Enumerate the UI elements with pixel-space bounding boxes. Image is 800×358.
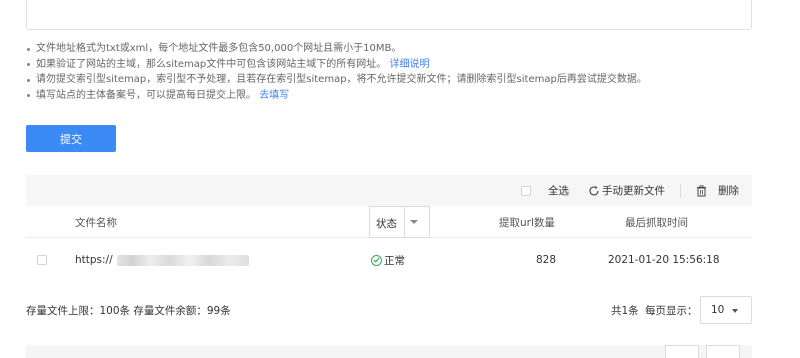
row-status: 正常 — [371, 239, 405, 281]
per-page-value: 10 — [711, 304, 725, 316]
fill-in-link[interactable]: 去填写 — [259, 90, 289, 101]
trash-icon — [697, 184, 706, 196]
note-item: 填写站点的主体备案号，可以提高每日提交上限。 去填写 — [26, 88, 766, 104]
note-item: 文件地址格式为txt或xml，每个地址文件最多包含50,000个网址且需小于10… — [26, 41, 766, 57]
pagination-bar — [26, 345, 752, 358]
per-page-label: 每页显示： — [645, 304, 698, 317]
row-url-count: 828 — [536, 254, 557, 266]
status-filter-dropdown[interactable]: 状态 — [369, 206, 430, 238]
toolbar-divider — [680, 184, 681, 198]
total-count: 共1条 — [611, 304, 639, 317]
submit-button[interactable]: 提交 — [26, 125, 116, 152]
checkbox-icon — [37, 255, 47, 265]
note-item: 如果验证了网站的主域，那么sitemap文件中可包含该网站主域下的所有网址。 详… — [26, 57, 766, 73]
select-all-label[interactable]: 全选 — [548, 175, 569, 206]
table-row: https:// 正常 828 2021-01-20 15:56:18 — [26, 239, 752, 281]
col-status: 状态 — [376, 218, 397, 230]
caret-down-icon — [732, 309, 738, 313]
quota-info: 存量文件上限：100条 存量文件余额：99条 — [26, 305, 231, 317]
row-last-fetch: 2021-01-20 15:56:18 — [608, 254, 720, 266]
select-all-checkbox[interactable] — [521, 175, 531, 206]
col-last-fetch: 最后抓取时间 — [625, 216, 688, 229]
delete-button[interactable]: 删除 — [696, 175, 739, 206]
table-header: 文件名称 状态 提取url数量 最后抓取时间 — [26, 206, 752, 238]
checkbox-icon — [521, 185, 531, 196]
col-file-name: 文件名称 — [75, 216, 117, 229]
sitemap-url-textarea[interactable] — [26, 0, 752, 30]
details-link[interactable]: 详细说明 — [389, 59, 429, 70]
table-toolbar: 全选 手动更新文件 删除 — [26, 175, 752, 206]
refresh-icon — [589, 185, 599, 195]
sitemap-table-panel: 全选 手动更新文件 删除 文件名称 状态 提取url数量 最后抓取时间 http… — [26, 175, 752, 281]
manual-update-label: 手动更新文件 — [602, 185, 665, 197]
per-page-select[interactable]: 10 — [700, 296, 752, 324]
delete-label: 删除 — [718, 185, 739, 197]
status-text: 正常 — [384, 254, 405, 267]
prev-page-button[interactable] — [665, 345, 699, 358]
caret-down-icon — [410, 220, 418, 224]
redacted-url — [116, 254, 249, 266]
row-file-name[interactable]: https:// — [75, 239, 249, 281]
check-circle-icon — [371, 254, 382, 266]
file-url-text: https:// — [75, 254, 113, 266]
next-page-button[interactable] — [706, 345, 740, 358]
row-checkbox[interactable] — [37, 239, 47, 281]
note-item: 请勿提交索引型sitemap，索引型不予处理，且若存在索引型sitemap，将不… — [26, 72, 766, 88]
instructions-list: 文件地址格式为txt或xml，每个地址文件最多包含50,000个网址且需小于10… — [26, 41, 766, 103]
col-url-count: 提取url数量 — [499, 216, 555, 229]
manual-update-button[interactable]: 手动更新文件 — [588, 175, 665, 206]
